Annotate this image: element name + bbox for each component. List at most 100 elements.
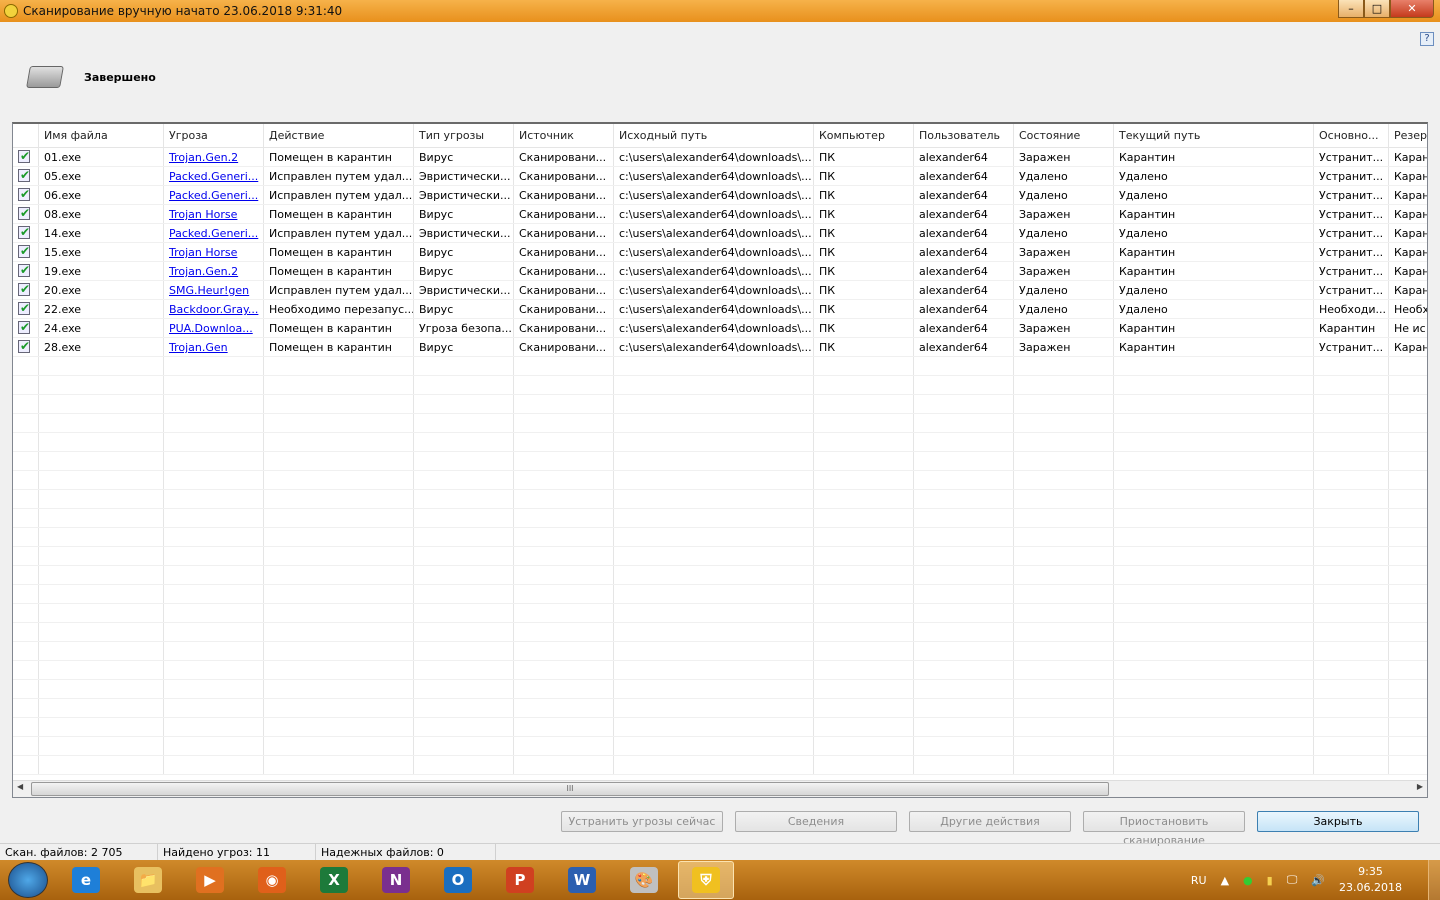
- cell-4: Вирус: [414, 338, 514, 356]
- column-header[interactable]: Угроза: [164, 124, 264, 147]
- other-actions-button[interactable]: Другие действия: [909, 811, 1071, 832]
- empty-cell: [414, 414, 514, 432]
- empty-cell: [264, 642, 414, 660]
- cell-9: Удалено: [1014, 167, 1114, 185]
- table-row[interactable]: 14.exe Packed.Generi... Исправлен путем уд…: [13, 224, 1427, 243]
- empty-cell: [614, 471, 814, 489]
- row-icon-cell: [13, 148, 39, 166]
- cell-9: Заражен: [1014, 338, 1114, 356]
- column-header[interactable]: Резер: [1389, 124, 1427, 147]
- threat-link[interactable]: Trojan.Gen.2: [169, 151, 238, 164]
- threat-link[interactable]: PUA.Downloa...: [169, 322, 253, 335]
- show-desktop-button[interactable]: [1428, 860, 1440, 900]
- scroll-left-icon[interactable]: ◀: [17, 782, 23, 791]
- taskbar-app-word[interactable]: W: [554, 861, 610, 899]
- close-button[interactable]: Закрыть: [1257, 811, 1419, 832]
- scroll-thumb[interactable]: III: [31, 782, 1109, 796]
- empty-cell: [1389, 490, 1427, 508]
- close-window-button[interactable]: ✕: [1390, 0, 1434, 18]
- empty-cell: [13, 452, 39, 470]
- column-header[interactable]: Пользователь: [914, 124, 1014, 147]
- empty-cell: [1389, 642, 1427, 660]
- taskbar-app-excel[interactable]: X: [306, 861, 362, 899]
- table-row[interactable]: 05.exe Packed.Generi... Исправлен путем уд…: [13, 167, 1427, 186]
- cell-11: Устранит...: [1314, 186, 1389, 204]
- start-button[interactable]: [8, 862, 48, 898]
- threat-link[interactable]: Trojan.Gen: [169, 341, 228, 354]
- tray-expand-icon[interactable]: ▲: [1221, 874, 1229, 887]
- threat-link[interactable]: Packed.Generi...: [169, 227, 258, 240]
- taskbar-app-powerpoint[interactable]: P: [492, 861, 548, 899]
- empty-cell: [614, 414, 814, 432]
- empty-cell: [814, 471, 914, 489]
- column-header[interactable]: Тип угрозы: [414, 124, 514, 147]
- table-row[interactable]: 06.exe Packed.Generi... Исправлен путем уд…: [13, 186, 1427, 205]
- clock[interactable]: 9:35 23.06.2018: [1339, 864, 1402, 896]
- taskbar-app-media-player[interactable]: ▶: [182, 861, 238, 899]
- column-header[interactable]: Источник: [514, 124, 614, 147]
- norton-tray-icon[interactable]: ▮: [1267, 874, 1273, 887]
- table-row[interactable]: 22.exe Backdoor.Gray... Необходимо перезап…: [13, 300, 1427, 319]
- table-row[interactable]: 28.exe Trojan.Gen Помещен в карантинВирусС…: [13, 338, 1427, 357]
- column-header[interactable]: Действие: [264, 124, 414, 147]
- horizontal-scrollbar[interactable]: ◀ III ▶: [13, 780, 1427, 797]
- column-header[interactable]: Текущий путь: [1114, 124, 1314, 147]
- empty-cell: [164, 756, 264, 774]
- empty-cell: [614, 528, 814, 546]
- cell-10: Удалено: [1114, 186, 1314, 204]
- empty-row: [13, 604, 1427, 623]
- column-header[interactable]: Имя файла: [39, 124, 164, 147]
- threat-link[interactable]: Backdoor.Gray...: [169, 303, 258, 316]
- column-header[interactable]: Компьютер: [814, 124, 914, 147]
- threat-link[interactable]: Packed.Generi...: [169, 170, 258, 183]
- cell-6: c:\users\alexander64\downloads\...: [614, 167, 814, 185]
- taskbar-app-norton[interactable]: ⛨: [678, 861, 734, 899]
- threat-link[interactable]: Trojan Horse: [169, 208, 237, 221]
- table-row[interactable]: 01.exe Trojan.Gen.2 Помещен в карантинВиру…: [13, 148, 1427, 167]
- fix-threats-button[interactable]: Устранить угрозы сейчас: [561, 811, 723, 832]
- security-tray-icon[interactable]: ●: [1243, 874, 1253, 887]
- threat-link[interactable]: Trojan.Gen.2: [169, 265, 238, 278]
- column-header[interactable]: [13, 124, 39, 147]
- taskbar-app-internet-explorer[interactable]: e: [58, 861, 114, 899]
- empty-cell: [914, 433, 1014, 451]
- empty-cell: [39, 585, 164, 603]
- cell-7: ПК: [814, 243, 914, 261]
- taskbar-app-paint[interactable]: 🎨: [616, 861, 672, 899]
- taskbar-app-onenote[interactable]: N: [368, 861, 424, 899]
- table-row[interactable]: 19.exe Trojan.Gen.2 Помещен в карантинВиру…: [13, 262, 1427, 281]
- empty-cell: [39, 756, 164, 774]
- taskbar-app-explorer[interactable]: 📁: [120, 861, 176, 899]
- cell-7: ПК: [814, 148, 914, 166]
- window-title: Сканирование вручную начато 23.06.2018 9…: [23, 4, 343, 18]
- network-icon[interactable]: 🖵: [1287, 873, 1298, 887]
- minimize-button[interactable]: –: [1338, 0, 1364, 18]
- threat-link[interactable]: Packed.Generi...: [169, 189, 258, 202]
- taskbar-app-outlook[interactable]: O: [430, 861, 486, 899]
- column-header[interactable]: Основно...: [1314, 124, 1389, 147]
- empty-cell: [13, 585, 39, 603]
- taskbar-app-firefox[interactable]: ◉: [244, 861, 300, 899]
- table-row[interactable]: 15.exe Trojan Horse Помещен в карантинВиру…: [13, 243, 1427, 262]
- table-row[interactable]: 20.exe SMG.Heur!gen Исправлен путем удал..…: [13, 281, 1427, 300]
- threat-link[interactable]: Trojan Horse: [169, 246, 237, 259]
- empty-cell: [914, 490, 1014, 508]
- help-icon[interactable]: ?: [1420, 32, 1434, 46]
- maximize-button[interactable]: □: [1364, 0, 1390, 18]
- column-header[interactable]: Состояние: [1014, 124, 1114, 147]
- empty-cell: [814, 585, 914, 603]
- cell-6: c:\users\alexander64\downloads\...: [614, 243, 814, 261]
- column-header[interactable]: Исходный путь: [614, 124, 814, 147]
- empty-cell: [614, 623, 814, 641]
- scroll-right-icon[interactable]: ▶: [1417, 782, 1423, 791]
- details-button[interactable]: Сведения: [735, 811, 897, 832]
- table-row[interactable]: 08.exe Trojan Horse Помещен в карантинВиру…: [13, 205, 1427, 224]
- table-row[interactable]: 24.exe PUA.Downloa... Помещен в карантинУг…: [13, 319, 1427, 338]
- cell-10: Карантин: [1114, 148, 1314, 166]
- threat-link[interactable]: SMG.Heur!gen: [169, 284, 249, 297]
- language-indicator[interactable]: RU: [1191, 874, 1207, 887]
- volume-icon[interactable]: 🔊: [1311, 874, 1325, 887]
- pause-scan-button[interactable]: Приостановить сканирование: [1083, 811, 1245, 847]
- cell-1: 24.exe: [39, 319, 164, 337]
- cell-4: Вирус: [414, 148, 514, 166]
